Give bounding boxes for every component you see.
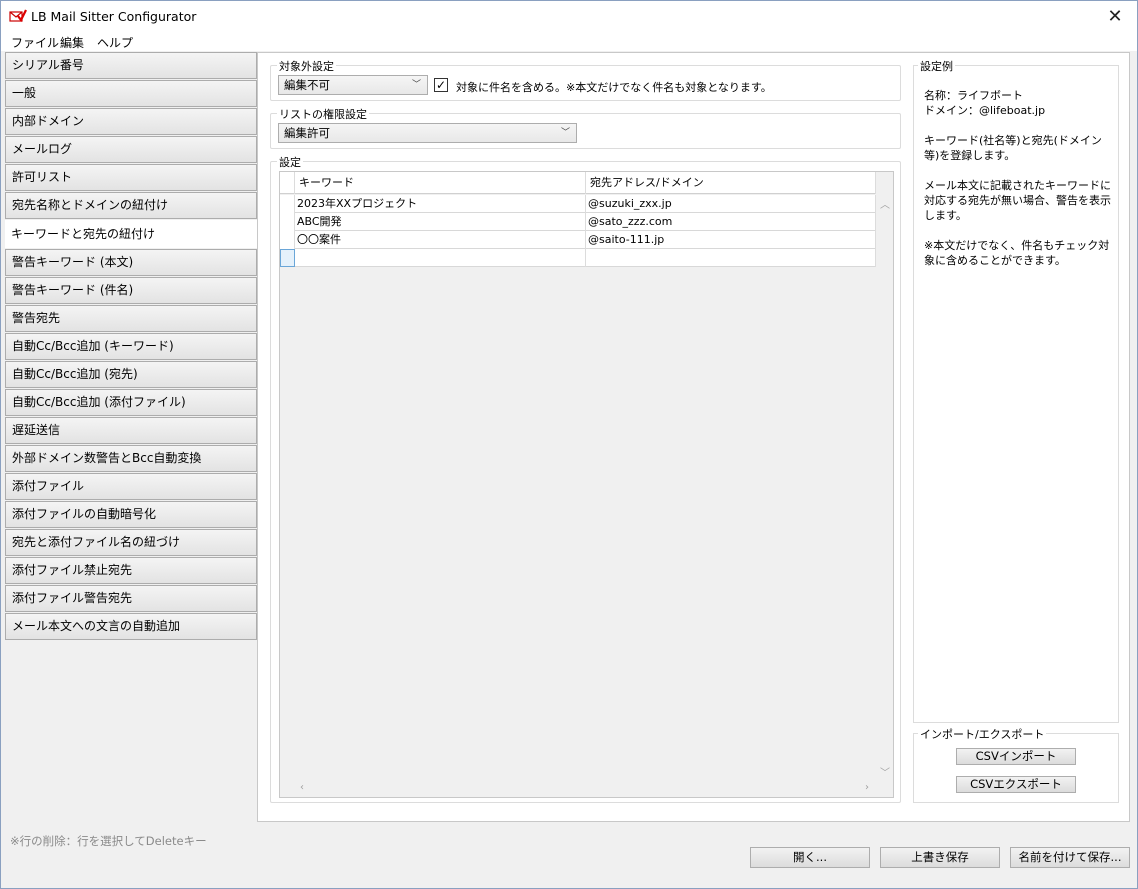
scroll-down-icon[interactable]: ﹀ [880,764,890,779]
grid-corner [280,172,295,194]
keyword-cell[interactable]: ABC開発 [295,213,586,231]
scroll-up-icon[interactable]: ︿ [880,196,890,211]
scroll-right-icon[interactable]: › [865,782,869,793]
sidebar-item[interactable]: 許可リスト [5,164,257,191]
main-panel: 対象外設定 編集不可 ﹀ ✓ 対象に件名を含める。※本文だけでなく件名も対象とな… [257,52,1130,822]
horizontal-scrollbar[interactable]: ‹ › [280,780,878,797]
scroll-left-icon[interactable]: ‹ [300,782,304,793]
sidebar-item[interactable]: 自動Cc/Bcc追加 (キーワード) [5,333,257,360]
sidebar-item[interactable]: 遅延送信 [5,417,257,444]
sidebar-item[interactable]: 添付ファイルの自動暗号化 [5,501,257,528]
permission-select[interactable]: 編集許可 ﹀ [278,123,577,143]
import-export-label: インポート/エクスポート [918,726,1047,742]
column-header-destination[interactable]: 宛先アドレス/ドメイン [586,172,876,194]
row-header[interactable] [280,213,295,231]
keyword-cell[interactable]: 2023年XXプロジェクト [295,195,586,213]
sidebar-item[interactable]: 内部ドメイン [5,108,257,135]
sidebar-item[interactable]: 宛先と添付ファイル名の紐づけ [5,529,257,556]
destination-cell[interactable]: @saito-111.jp [586,231,876,249]
settings-group-label: 設定 [277,154,303,170]
app-window: LB Mail Sitter Configurator ✕ ファイル 編集 ヘル… [0,0,1138,889]
sidebar-item[interactable]: メールログ [5,136,257,163]
destination-cell[interactable]: @sato_zzz.com [586,213,876,231]
csv-import-button[interactable]: CSVインポート [956,748,1076,765]
menu-file[interactable]: ファイル [11,34,59,51]
chevron-down-icon: ﹀ [411,80,421,90]
window-title: LB Mail Sitter Configurator [31,9,197,24]
sidebar-item[interactable]: メール本文への文言の自動追加 [5,613,257,640]
row-header[interactable] [280,195,295,213]
open-button[interactable]: 開く... [750,847,870,868]
table-row[interactable] [280,249,876,267]
example-text: 名称：ライフボート ドメイン：@lifeboat.jp キーワード(社名等)と宛… [924,89,1111,267]
include-subject-checkbox[interactable]: ✓ [434,78,448,92]
permission-select-value: 編集許可 [284,126,330,140]
title-bar: LB Mail Sitter Configurator ✕ [1,1,1137,32]
table-row[interactable]: 2023年XXプロジェクト @suzuki_zxx.jp [280,195,876,213]
row-header[interactable] [280,231,295,249]
sidebar-item[interactable]: 一般 [5,80,257,107]
sidebar-nav: シリアル番号 一般 内部ドメイン メールログ 許可リスト 宛先名称とドメインの紐付け キーワ… [5,52,258,641]
table-row[interactable]: ABC開発 @sato_zzz.com [280,213,876,231]
vertical-scrollbar[interactable]: ︿ ﹀ [876,172,893,782]
exclusion-select[interactable]: 編集不可 ﹀ [278,75,428,95]
import-export-group: インポート/エクスポート CSVインポート CSVエクスポート [913,726,1119,803]
save-as-button[interactable]: 名前を付けて保存... [1010,847,1130,868]
destination-cell[interactable] [586,249,876,267]
sidebar-item[interactable]: シリアル番号 [5,52,257,79]
keyword-grid: キーワード 宛先アドレス/ドメイン 2023年XXプロジェクト @suzuki_z… [279,171,894,798]
permission-group-label: リストの権限設定 [277,106,369,122]
settings-group: 設定 キーワード 宛先アドレス/ドメイン 2023年XXプロジェクト @suzuk… [270,154,901,803]
close-window-button[interactable]: ✕ [1093,1,1137,32]
sidebar-item[interactable]: 警告キーワード (件名) [5,277,257,304]
sidebar-item[interactable]: 外部ドメイン数警告とBcc自動変換 [5,445,257,472]
sidebar-item[interactable]: 添付ファイル禁止宛先 [5,557,257,584]
sidebar-item[interactable]: 添付ファイル警告宛先 [5,585,257,612]
permission-group: リストの権限設定 編集許可 ﹀ [270,106,901,149]
grid-header: キーワード 宛先アドレス/ドメイン [280,172,876,194]
example-group-label: 設定例 [918,58,955,74]
sidebar-item[interactable]: 宛先名称とドメインの紐付け [5,192,257,219]
menu-help[interactable]: ヘルプ [97,34,133,51]
save-button[interactable]: 上書き保存 [880,847,1000,868]
destination-cell[interactable]: @suzuki_zxx.jp [586,195,876,213]
menu-bar: ファイル 編集 ヘルプ [1,32,1137,51]
exclusion-select-value: 編集不可 [284,78,330,92]
example-group: 設定例 名称：ライフボート ドメイン：@lifeboat.jp キーワード(社名… [913,58,1119,723]
mail-check-icon [9,9,27,23]
delete-row-hint: ※行の削除：行を選択してDeleteキー [10,834,207,848]
column-header-keyword[interactable]: キーワード [295,172,586,194]
csv-export-button[interactable]: CSVエクスポート [956,776,1076,793]
sidebar-item[interactable]: 自動Cc/Bcc追加 (宛先) [5,361,257,388]
row-header[interactable] [280,249,295,267]
keyword-cell[interactable] [295,249,586,267]
sidebar-item[interactable]: 自動Cc/Bcc追加 (添付ファイル) [5,389,257,416]
exclusion-group-label: 対象外設定 [277,58,336,74]
sidebar-item[interactable]: 警告キーワード (本文) [5,249,257,276]
include-subject-label: 対象に件名を含める。※本文だけでなく件名も対象となります。 [456,81,772,94]
sidebar-item[interactable]: キーワードと宛先の紐付け [5,220,257,248]
exclusion-group: 対象外設定 編集不可 ﹀ ✓ 対象に件名を含める。※本文だけでなく件名も対象とな… [270,58,901,101]
table-row[interactable]: 〇〇案件 @saito-111.jp [280,231,876,249]
chevron-down-icon: ﹀ [560,128,570,138]
keyword-cell[interactable]: 〇〇案件 [295,231,586,249]
sidebar-item[interactable]: 警告宛先 [5,305,257,332]
menu-edit[interactable]: 編集 [60,34,84,51]
sidebar-item[interactable]: 添付ファイル [5,473,257,500]
